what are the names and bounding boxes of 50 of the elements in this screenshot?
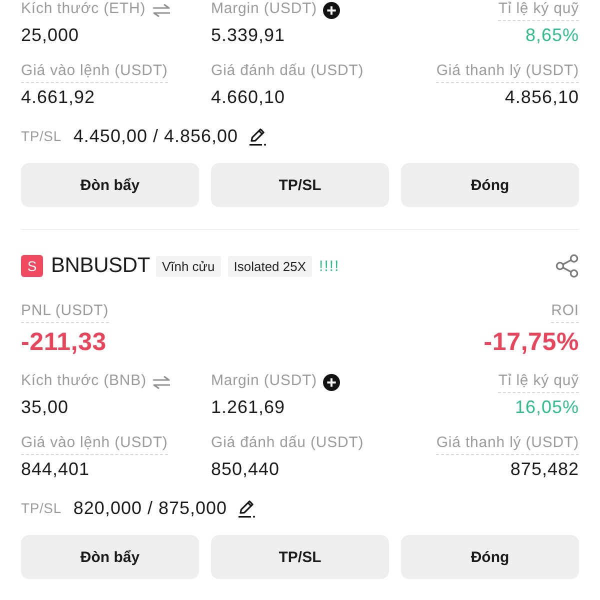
swap-arrows-icon[interactable] [152, 376, 172, 389]
field-label: Giá thanh lý (USDT) [436, 62, 579, 83]
action-button[interactable]: Đóng [401, 535, 579, 579]
action-button[interactable]: TP/SL [211, 535, 389, 579]
field-value: 4.856,10 [504, 86, 579, 108]
swap-arrows-icon[interactable] [152, 4, 171, 17]
tpsl-label: TP/SL [21, 128, 62, 144]
field-value: 5.339,91 [211, 24, 286, 46]
field-label: Giá thanh lý (USDT) [436, 434, 579, 455]
add-icon[interactable] [323, 374, 340, 391]
symbol-name: BNBUSDT [51, 254, 150, 278]
field-label: Margin (USDT) [211, 0, 318, 19]
field-value: 35,00 [21, 396, 69, 418]
position-tag: Vĩnh cửu [156, 256, 221, 276]
share-icon[interactable] [555, 254, 579, 278]
field-value: 4.660,10 [211, 86, 286, 108]
field-value: 4.661,92 [21, 86, 96, 108]
edit-pencil-icon[interactable] [237, 498, 256, 518]
field-label: Kích thước (BNB) [21, 372, 146, 391]
field-label: ROI [551, 302, 579, 323]
action-button[interactable]: Đòn bẩy [21, 163, 199, 207]
add-icon[interactable] [323, 2, 340, 19]
field-label: Giá đánh dấu (USDT) [211, 62, 364, 81]
field-label: Margin (USDT) [211, 372, 318, 391]
field-label: Giá đánh dấu (USDT) [211, 434, 364, 453]
field-label: Giá vào lệnh (USDT) [21, 434, 168, 455]
field-value: 16,05% [514, 396, 579, 418]
tpsl-value: 4.450,00 / 4.856,00 [73, 126, 238, 146]
field-label: Giá vào lệnh (USDT) [21, 62, 168, 83]
action-button[interactable]: Đòn bẩy [21, 535, 199, 579]
side-badge: S [21, 255, 43, 277]
tpsl-label: TP/SL [21, 500, 62, 516]
field-value: -17,75% [484, 327, 579, 357]
tpsl-value: 820,000 / 875,000 [73, 498, 228, 518]
field-label: PNL (USDT) [21, 302, 109, 323]
field-label: Tỉ lệ ký quỹ [498, 372, 579, 393]
action-button[interactable]: TP/SL [211, 163, 389, 207]
action-button[interactable]: Đóng [401, 163, 579, 207]
field-value: 8,65% [525, 24, 579, 46]
field-label: Kích thước (ETH) [21, 0, 146, 19]
field-label: Tỉ lệ ký quỹ [498, 0, 579, 21]
field-value: 25,000 [21, 24, 80, 46]
risk-indicator: !!!! [319, 258, 340, 274]
field-value: 844,401 [21, 458, 90, 480]
field-value: 875,482 [510, 458, 579, 480]
field-value: 850,440 [211, 458, 280, 480]
field-value: -211,33 [21, 327, 107, 357]
edit-pencil-icon[interactable] [248, 126, 268, 146]
field-value: 1.261,69 [211, 396, 286, 418]
position-tag: Isolated 25X [228, 256, 312, 276]
